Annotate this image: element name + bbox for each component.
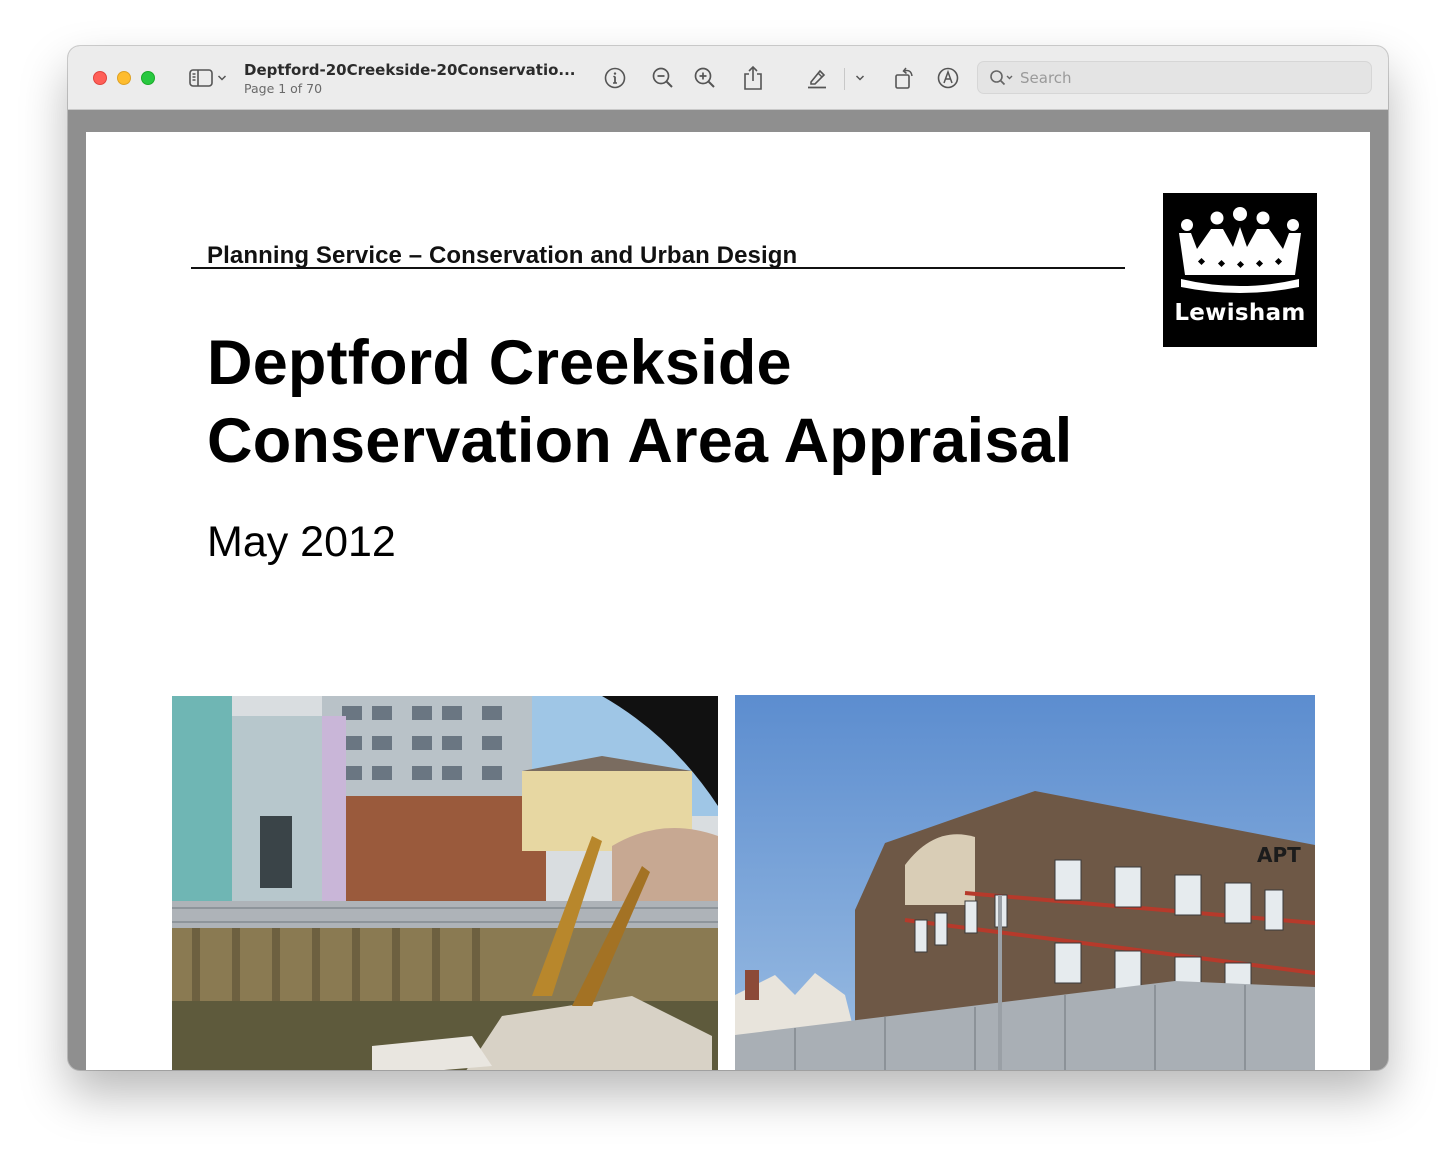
rotate-button[interactable] xyxy=(888,62,922,94)
rotate-icon xyxy=(893,65,917,91)
apt-building-photo: APT xyxy=(735,695,1315,1070)
highlight-pen-icon xyxy=(805,66,829,90)
zoom-in-icon xyxy=(693,66,717,90)
search-input[interactable] xyxy=(1020,62,1360,93)
toolbar: Deptford-20Creekside-20Conservatio... Pa… xyxy=(68,46,1388,110)
close-button[interactable] xyxy=(93,71,107,85)
pdf-page: Planning Service – Conservation and Urba… xyxy=(86,132,1370,1070)
chevron-down-icon xyxy=(217,74,227,82)
zoom-button[interactable] xyxy=(141,71,155,85)
header-rule xyxy=(191,267,1125,269)
search-field[interactable] xyxy=(977,61,1372,94)
page-indicator: Page 1 of 70 xyxy=(244,81,323,96)
document-title: Deptford-20Creekside-20Conservatio... xyxy=(244,61,576,79)
search-icon xyxy=(989,69,1015,92)
highlight-button[interactable] xyxy=(800,62,834,94)
sidebar-toggle-button[interactable] xyxy=(184,62,232,94)
zoom-out-button[interactable] xyxy=(646,62,680,94)
share-icon xyxy=(741,65,765,91)
title-line-2: Conservation Area Appraisal xyxy=(207,406,1073,476)
chevron-down-icon xyxy=(855,74,865,82)
sidebar-icon xyxy=(189,68,215,88)
crown-icon xyxy=(1179,207,1301,293)
document-date: May 2012 xyxy=(207,518,396,566)
document-title-heading: Deptford Creekside Conservation Area App… xyxy=(207,324,1073,480)
info-icon xyxy=(603,66,627,90)
lewisham-logo: Lewisham xyxy=(1163,193,1317,347)
share-button[interactable] xyxy=(736,62,770,94)
zoom-in-button[interactable] xyxy=(688,62,722,94)
document-header: Planning Service – Conservation and Urba… xyxy=(207,242,798,269)
toolbar-separator xyxy=(844,68,845,90)
logo-text: Lewisham xyxy=(1174,300,1306,326)
preview-window: Deptford-20Creekside-20Conservatio... Pa… xyxy=(68,46,1388,1070)
markup-icon xyxy=(936,66,960,90)
svg-text:APT: APT xyxy=(1257,843,1301,867)
markup-button[interactable] xyxy=(931,62,965,94)
zoom-out-icon xyxy=(651,66,675,90)
title-line-1: Deptford Creekside xyxy=(207,328,792,398)
creekside-photo xyxy=(172,696,718,1070)
highlight-options-button[interactable] xyxy=(848,62,872,94)
minimize-button[interactable] xyxy=(117,71,131,85)
info-button[interactable] xyxy=(598,62,632,94)
